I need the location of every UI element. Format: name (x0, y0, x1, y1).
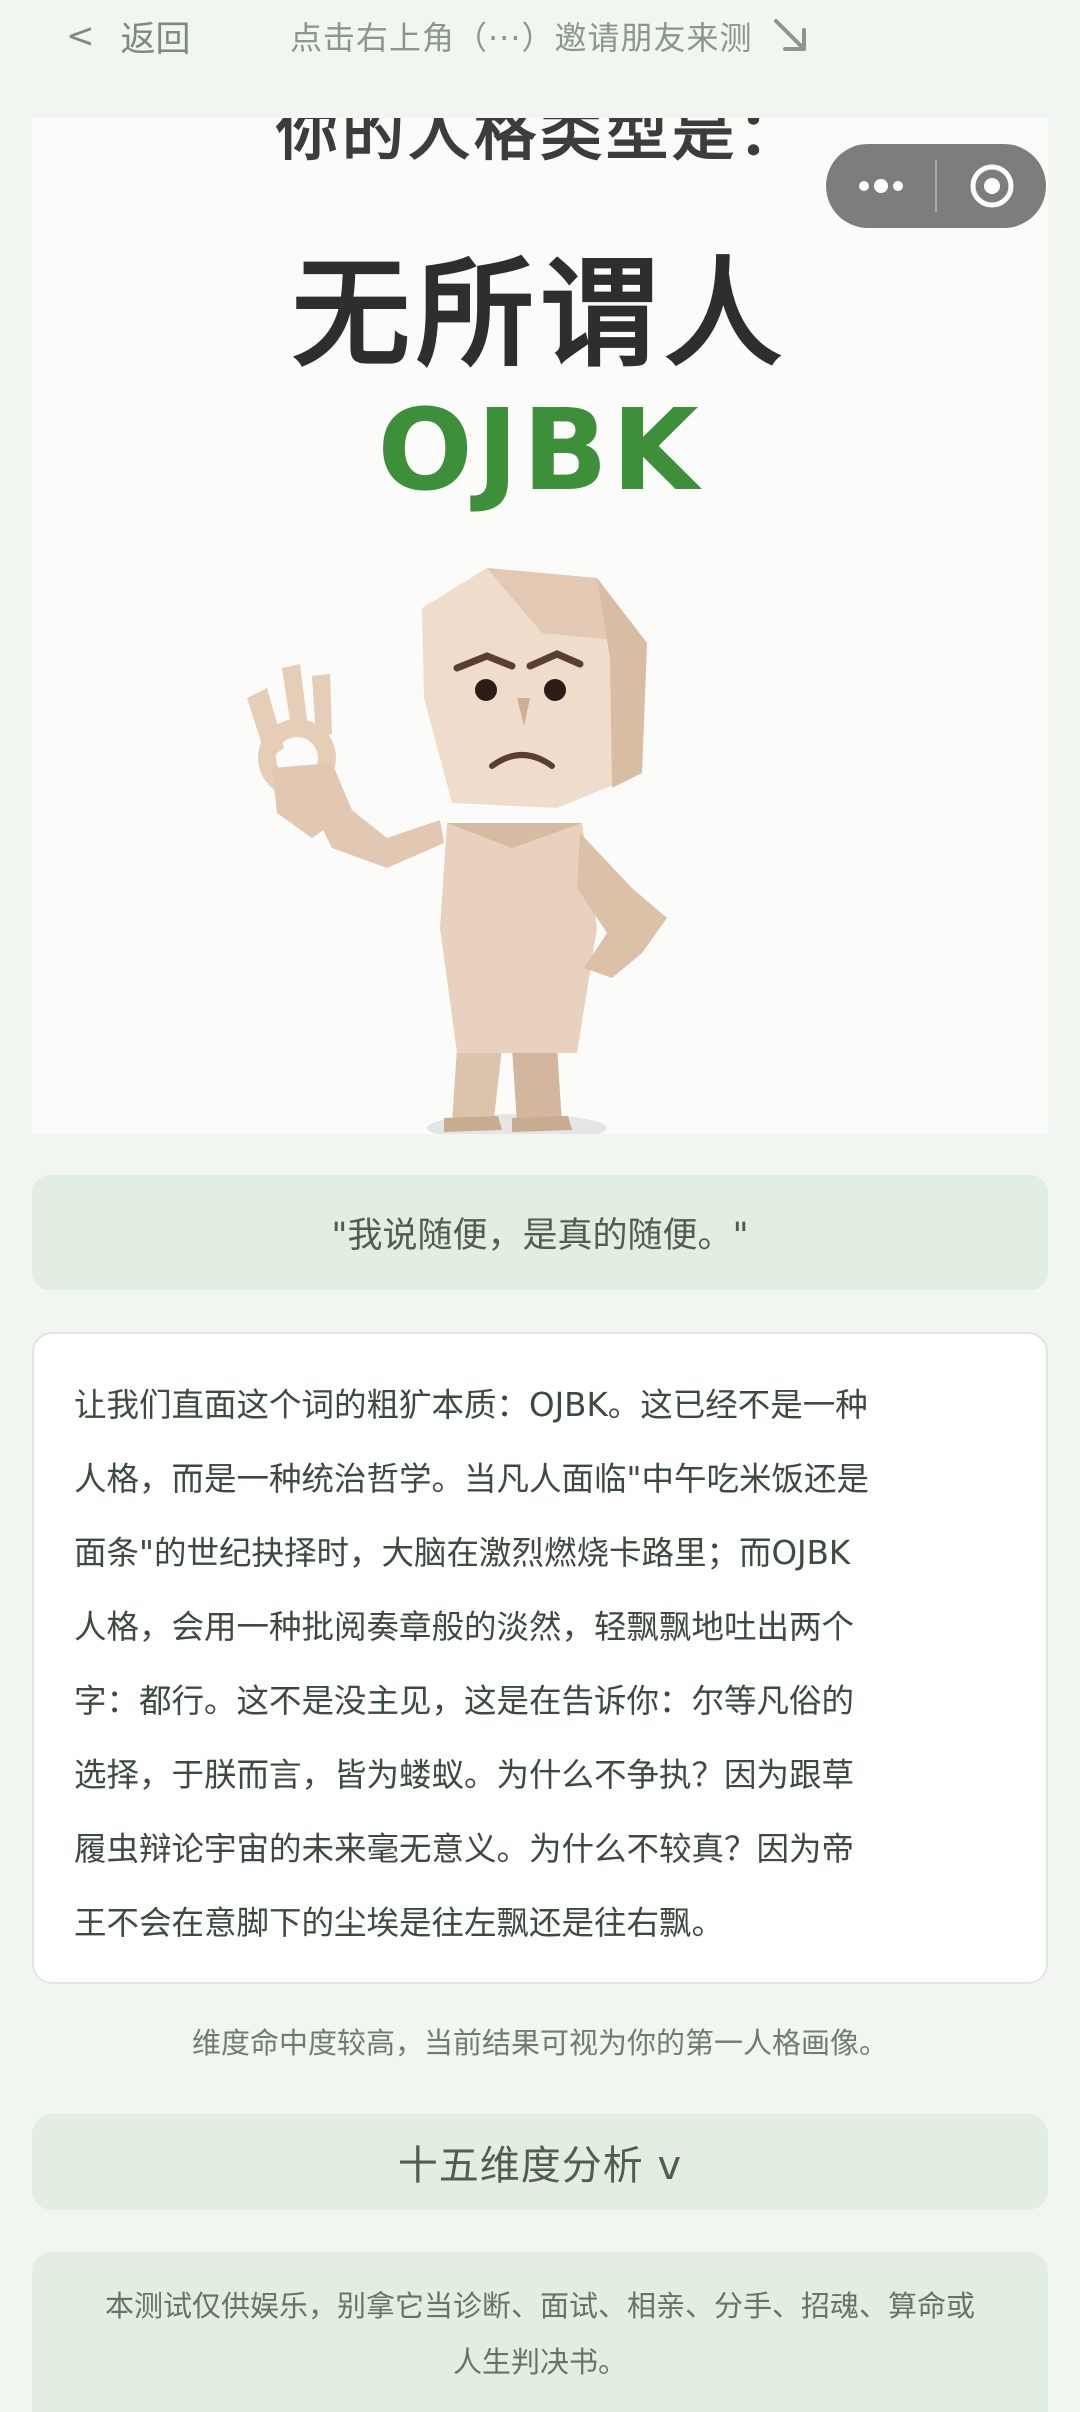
dimensions-analysis-button[interactable]: 十五维度分析 v (32, 2114, 1048, 2210)
match-note: 维度命中度较高，当前结果可视为你的第一人格画像。 (191, 2026, 888, 2060)
arrow-down-right-icon (773, 19, 806, 51)
description-line: 人格，而是一种统治哲学。当凡人面临"中午吃米饭还是 (74, 1460, 869, 1498)
disclaimer-line: 本测试仅供娱乐，别拿它当诊断、面试、相亲、分手、招魂、算命或 (104, 2289, 975, 2323)
close-button[interactable] (937, 144, 1046, 228)
invite-hint-text: 点击右上角（···）邀请朋友来测 (290, 19, 753, 57)
personality-quote: "我说随便，是真的随便。" (32, 1175, 1048, 1290)
personality-type-code: OJBK (377, 386, 703, 516)
description-line: 王不会在意脚下的尘埃是往左飘还是往右飘。 (74, 1904, 725, 1942)
description-line: 字：都行。这不是没主见，这是在告诉你：尔等凡俗的 (74, 1682, 855, 1720)
mini-program-capsule (826, 144, 1046, 228)
description-line: 履虫辩论宇宙的未来毫无意义。为什么不较真？因为帝 (74, 1830, 855, 1868)
more-dots-icon (858, 179, 903, 193)
personality-type-name: 无所谓人 (291, 245, 788, 383)
chevron-left-icon: < (66, 16, 95, 56)
target-circle-icon (970, 164, 1013, 208)
result-image: 你的人格类型是： 无所谓人 OJBK (32, 118, 1048, 1134)
description-line: 让我们直面这个词的粗犷本质：OJBK。这已经不是一种 (74, 1386, 868, 1424)
disclaimer: 本测试仅供娱乐，别拿它当诊断、面试、相亲、分手、招魂、算命或 人生判决书。 (32, 2252, 1048, 2412)
back-label: 返回 (120, 19, 191, 60)
back-button[interactable]: < 返回 (66, 10, 191, 62)
description-line: 面条"的世纪抉择时，大脑在激烈燃烧卡路里；而OJBK (74, 1534, 851, 1572)
top-bar: < 返回 点击右上角（···）邀请朋友来测 (0, 0, 1080, 84)
invite-hint: 点击右上角（···）邀请朋友来测 (290, 10, 811, 62)
ok-gesture-figure-illustration (247, 568, 667, 1134)
disclaimer-line: 人生判决书。 (452, 2345, 627, 2379)
personality-description-card: 让我们直面这个词的粗犷本质：OJBK。这已经不是一种 人格，而是一种统治哲学。当… (32, 1332, 1048, 1984)
description-line: 选择，于朕而言，皆为蝼蚁。为什么不争执？因为跟草 (74, 1756, 855, 1794)
description-line: 人格，会用一种批阅奏章般的淡然，轻飘飘地吐出两个 (74, 1608, 855, 1646)
more-button[interactable] (826, 144, 935, 228)
